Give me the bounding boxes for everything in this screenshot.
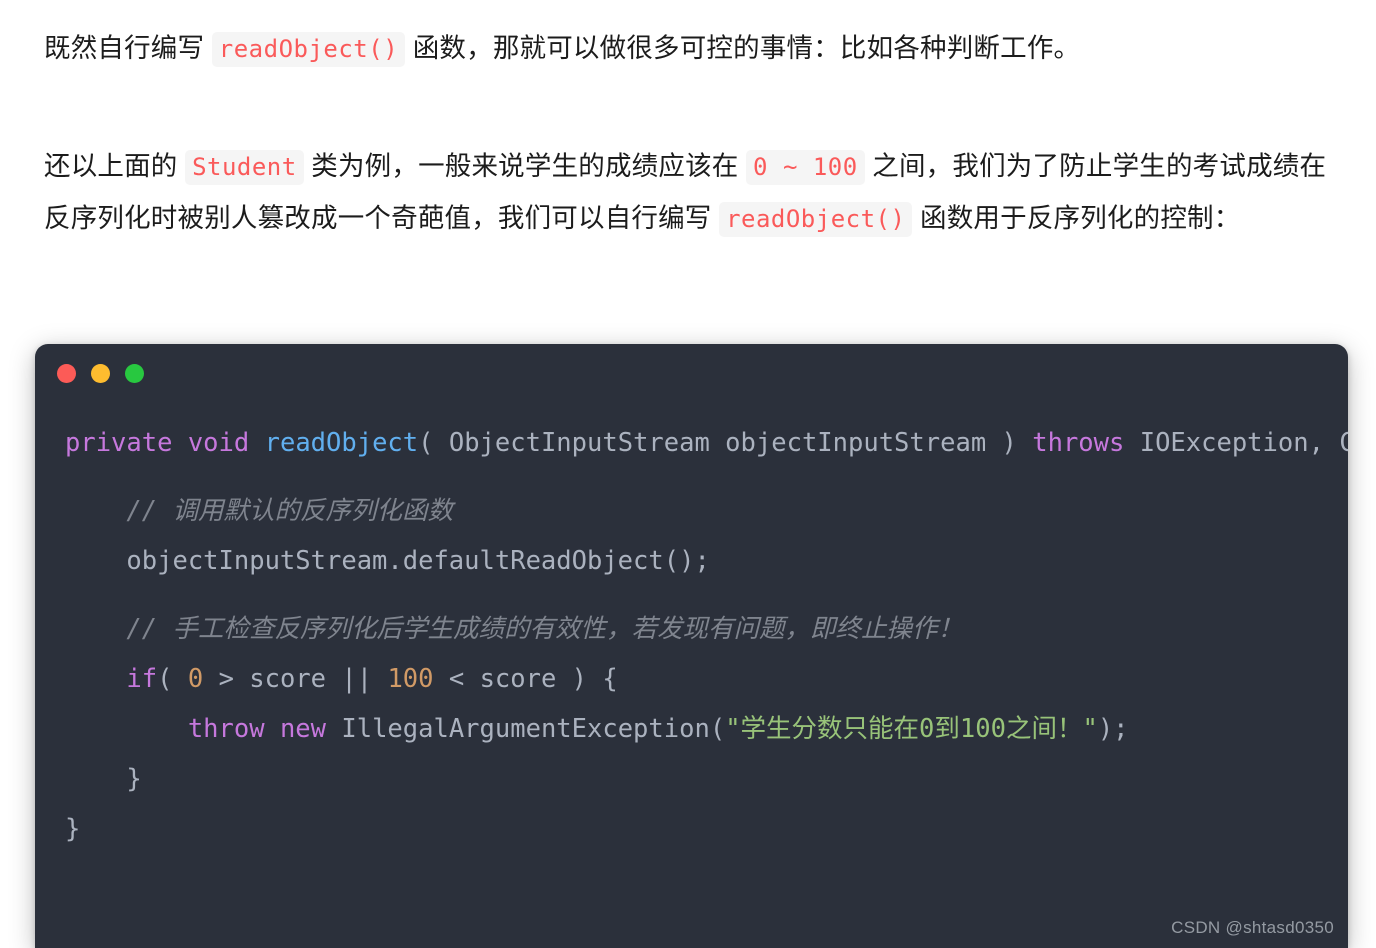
paragraph-text: 函数用于反序列化的控制： xyxy=(912,203,1241,233)
code-token: // 手工检查反序列化后学生成绩的有效性，若发现有问题，即终止操作！ xyxy=(126,614,963,644)
code-token: < score ) { xyxy=(433,664,618,694)
code-token: readObject xyxy=(264,428,419,458)
close-dot-icon[interactable] xyxy=(57,363,76,383)
code-token: objectInputStream.defaultReadObject(); xyxy=(65,546,710,576)
minimize-dot-icon[interactable] xyxy=(91,363,110,383)
code-line: } xyxy=(35,804,1348,854)
code-block-window: private void readObject( ObjectInputStre… xyxy=(35,344,1348,948)
code-token: if xyxy=(126,664,158,694)
code-token: "学生分数只能在0到100之间！" xyxy=(725,714,1098,744)
csdn-watermark: CSDN @shtasd0350 xyxy=(1171,918,1334,937)
maximize-dot-icon[interactable] xyxy=(125,363,144,383)
code-token: void xyxy=(187,428,250,458)
code-line: // 手工检查反序列化后学生成绩的有效性，若发现有问题，即终止操作！ xyxy=(35,604,1348,654)
paragraph-text: 类为例，一般来说学生的成绩应该在 xyxy=(303,151,747,181)
code-token: ( ObjectInputStream objectInputStream ) xyxy=(418,428,1033,458)
code-token: throw xyxy=(187,714,265,744)
code-token: ( xyxy=(157,664,188,694)
paragraph-1: 既然自行编写 readObject() 函数，那就可以做很多可控的事情：比如各种… xyxy=(0,22,1376,74)
inline-code: readObject() xyxy=(719,202,913,237)
paragraph-text: 还以上面的 xyxy=(44,151,186,181)
code-token: } xyxy=(65,814,81,844)
code-token: IllegalArgumentException( xyxy=(326,714,726,744)
code-token: 100 xyxy=(387,664,434,694)
paragraph-text: 函数，那就可以做很多可控的事情：比如各种判断工作。 xyxy=(405,33,1081,63)
code-token: private xyxy=(65,428,173,458)
code-window-titlebar xyxy=(35,344,1348,402)
inline-code: Student xyxy=(185,150,304,185)
paragraph-2: 还以上面的 Student 类为例，一般来说学生的成绩应该在 0 ~ 100 之… xyxy=(0,140,1376,244)
code-line: if( 0 > score || 100 < score ) { xyxy=(35,654,1348,704)
code-token: new xyxy=(279,714,327,744)
code-token: // 调用默认的反序列化函数 xyxy=(126,496,453,526)
code-token: > score || xyxy=(203,664,388,694)
code-line: objectInputStream.defaultReadObject(); xyxy=(35,536,1348,586)
article-page: 既然自行编写 readObject() 函数，那就可以做很多可控的事情：比如各种… xyxy=(0,0,1376,948)
code-line: private void readObject( ObjectInputStre… xyxy=(35,418,1348,468)
code-line: throw new IllegalArgumentException("学生分数… xyxy=(35,704,1348,754)
code-token: IOException, ClassNotFoundException { xyxy=(1139,428,1348,458)
paragraph-text: 既然自行编写 xyxy=(44,33,212,63)
code-token: throws xyxy=(1032,428,1125,458)
inline-code: 0 ~ 100 xyxy=(746,150,865,185)
code-token: 0 xyxy=(187,664,204,694)
code-content[interactable]: private void readObject( ObjectInputStre… xyxy=(35,402,1348,854)
code-line: // 调用默认的反序列化函数 xyxy=(35,486,1348,536)
code-line: } xyxy=(35,754,1348,804)
inline-code: readObject() xyxy=(211,32,406,67)
code-token: } xyxy=(65,764,142,794)
code-token: ); xyxy=(1097,714,1129,744)
